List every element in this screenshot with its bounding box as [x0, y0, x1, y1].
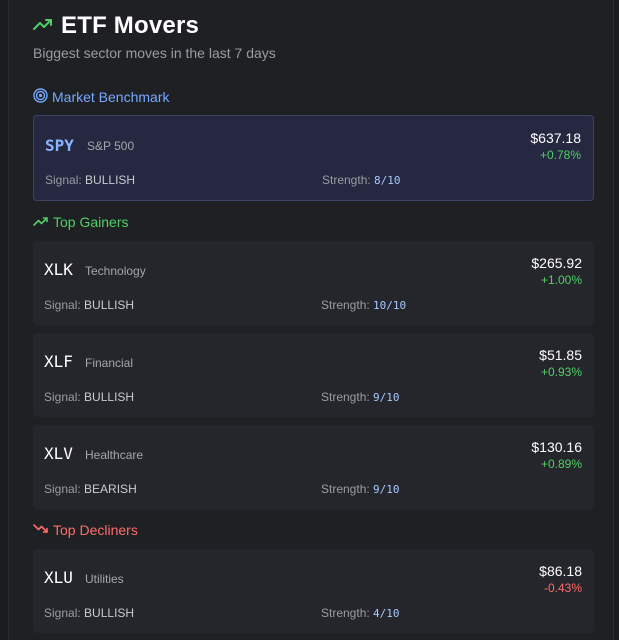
etf-change: -0.43% — [543, 581, 582, 595]
etf-name: S&P 500 — [87, 139, 135, 153]
section-benchmark-label: Market Benchmark — [52, 89, 170, 105]
etf-card-xlk[interactable]: XLK Technology $265.92 +1.00% Signal: BU… — [33, 241, 594, 325]
trending-up-icon — [33, 214, 49, 230]
etf-name: Technology — [85, 264, 146, 278]
section-decliners: Top Decliners — [33, 522, 138, 538]
section-decliners-label: Top Decliners — [53, 522, 138, 538]
panel-header: ETF Movers — [33, 12, 199, 40]
etf-card-spy[interactable]: SPY S&P 500 $637.18 +0.78% Signal: BULLI… — [33, 115, 594, 201]
etf-strength: Strength: 4/10 — [321, 606, 400, 620]
trending-up-icon — [33, 17, 53, 36]
etf-symbol: SPY — [45, 136, 74, 155]
trending-down-icon — [33, 522, 49, 538]
etf-strength: Strength: 9/10 — [321, 482, 400, 496]
etf-symbol: XLU — [44, 568, 73, 587]
section-gainers-label: Top Gainers — [53, 214, 129, 230]
etf-change: +0.78% — [539, 148, 581, 162]
etf-symbol: XLK — [44, 260, 73, 279]
section-benchmark: Market Benchmark — [33, 88, 169, 106]
etf-price: $130.16 — [531, 439, 582, 455]
etf-price: $51.85 — [539, 347, 582, 363]
etf-strength: Strength: 10/10 — [321, 298, 407, 312]
etf-change: +0.93% — [540, 365, 582, 379]
etf-strength: Strength: 9/10 — [321, 390, 400, 404]
page-subtitle: Biggest sector moves in the last 7 days — [33, 45, 276, 61]
etf-price: $86.18 — [539, 563, 582, 579]
etf-price: $265.92 — [531, 255, 582, 271]
etf-symbol: XLF — [44, 352, 73, 371]
etf-card-xlv[interactable]: XLV Healthcare $130.16 +0.89% Signal: BE… — [33, 425, 594, 509]
etf-signal: Signal: BEARISH — [44, 482, 137, 496]
etf-card-xlu[interactable]: XLU Utilities $86.18 -0.43% Signal: BULL… — [33, 549, 594, 633]
target-icon — [33, 88, 48, 106]
etf-card-xlf[interactable]: XLF Financial $51.85 +0.93% Signal: BULL… — [33, 333, 594, 417]
etf-signal: Signal: BULLISH — [44, 298, 135, 312]
etf-strength: Strength: 8/10 — [322, 173, 401, 187]
etf-name: Utilities — [85, 572, 124, 586]
etf-price: $637.18 — [530, 130, 581, 146]
etf-change: +1.00% — [540, 273, 582, 287]
etf-signal: Signal: BULLISH — [44, 390, 135, 404]
etf-name: Healthcare — [85, 448, 144, 462]
etf-symbol: XLV — [44, 444, 73, 463]
page-title: ETF Movers — [61, 12, 200, 39]
etf-change: +0.89% — [540, 457, 582, 471]
section-gainers: Top Gainers — [33, 214, 128, 230]
etf-movers-panel: ETF Movers Biggest sector moves in the l… — [8, 0, 614, 640]
etf-signal: Signal: BULLISH — [44, 606, 135, 620]
etf-signal: Signal: BULLISH — [45, 173, 136, 187]
etf-name: Financial — [85, 356, 134, 370]
